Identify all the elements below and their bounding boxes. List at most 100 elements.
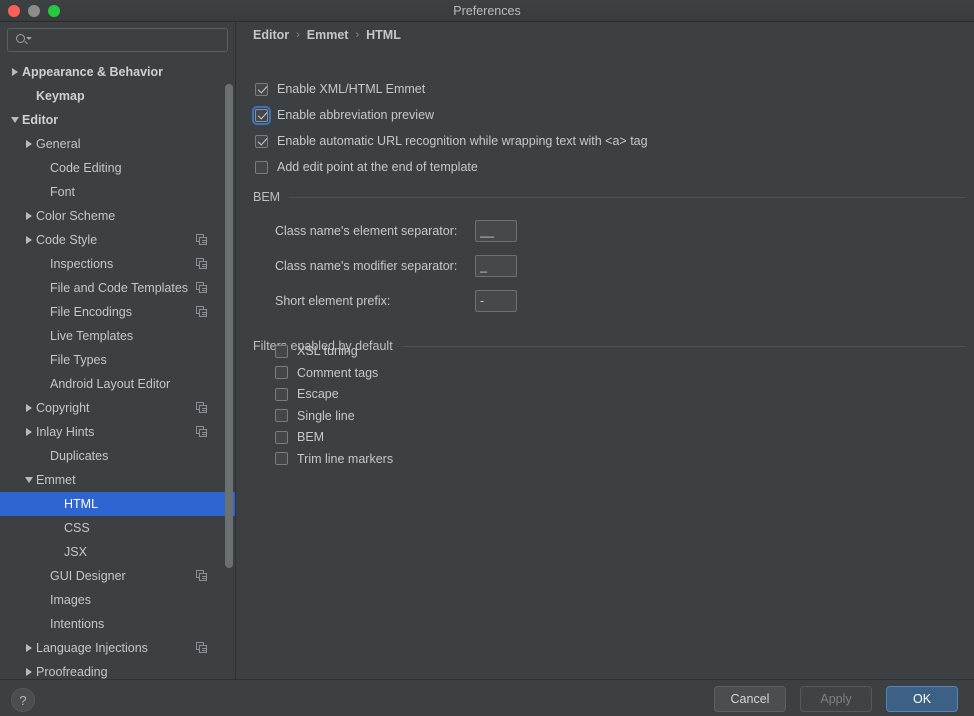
bem-field-label: Class name's element separator: [275, 224, 475, 238]
copy-settings-icon[interactable] [196, 426, 208, 438]
bem-section-title: BEM [253, 190, 280, 204]
checkbox-row[interactable]: Enable automatic URL recognition while w… [255, 134, 648, 148]
filter-checkbox-row[interactable]: Escape [275, 387, 339, 401]
chevron-right-icon[interactable] [22, 644, 36, 652]
sidebar-item-android-layout-editor[interactable]: Android Layout Editor [0, 372, 236, 396]
copy-settings-icon[interactable] [196, 282, 208, 294]
sidebar-item-inspections[interactable]: Inspections [0, 252, 236, 276]
zoom-button[interactable] [48, 5, 60, 17]
chevron-right-icon[interactable] [22, 404, 36, 412]
sidebar-item-html[interactable]: HTML [0, 492, 236, 516]
chevron-right-icon[interactable] [22, 428, 36, 436]
sidebar-item-images[interactable]: Images [0, 588, 236, 612]
sidebar-item-label: File Types [50, 353, 236, 367]
checkbox-row[interactable]: Add edit point at the end of template [255, 160, 478, 174]
bem-field-input[interactable] [475, 255, 517, 277]
breadcrumb-separator-icon: › [296, 29, 300, 41]
checkbox-icon[interactable] [255, 135, 268, 148]
sidebar-item-label: General [36, 137, 236, 151]
sidebar-item-gui-designer[interactable]: GUI Designer [0, 564, 236, 588]
checkbox-icon[interactable] [275, 452, 288, 465]
bem-field-input[interactable] [475, 290, 517, 312]
checkbox-row[interactable]: Enable XML/HTML Emmet [255, 82, 425, 96]
breadcrumb-item-editor[interactable]: Editor [253, 28, 289, 42]
filter-checkbox-label: Trim line markers [297, 452, 393, 466]
minimize-button[interactable] [28, 5, 40, 17]
preferences-window: Preferences Appearance & BehaviorKeymapE… [0, 0, 974, 716]
close-button[interactable] [8, 5, 20, 17]
sidebar-item-general[interactable]: General [0, 132, 236, 156]
filter-checkbox-row[interactable]: BEM [275, 430, 324, 444]
sidebar-item-label: File and Code Templates [50, 281, 236, 295]
help-button[interactable]: ? [11, 688, 35, 712]
chevron-right-icon[interactable] [22, 668, 36, 676]
sidebar-item-file-and-code-templates[interactable]: File and Code Templates [0, 276, 236, 300]
chevron-right-icon[interactable] [22, 212, 36, 220]
sidebar-item-code-style[interactable]: Code Style [0, 228, 236, 252]
checkbox-icon[interactable] [255, 83, 268, 96]
apply-button[interactable]: Apply [800, 686, 872, 712]
copy-settings-icon[interactable] [196, 642, 208, 654]
sidebar-item-label: Proofreading [36, 665, 236, 679]
chevron-right-icon[interactable] [22, 236, 36, 244]
sidebar-item-label: HTML [64, 497, 236, 511]
cancel-button[interactable]: Cancel [714, 686, 786, 712]
sidebar-item-duplicates[interactable]: Duplicates [0, 444, 236, 468]
filter-checkbox-row[interactable]: Trim line markers [275, 452, 393, 466]
sidebar-item-emmet[interactable]: Emmet [0, 468, 236, 492]
copy-settings-icon[interactable] [196, 402, 208, 414]
chevron-down-icon[interactable] [22, 477, 36, 483]
sidebar-item-css[interactable]: CSS [0, 516, 236, 540]
checkbox-icon[interactable] [275, 409, 288, 422]
copy-settings-icon[interactable] [196, 306, 208, 318]
checkbox-row[interactable]: Enable abbreviation preview [255, 108, 434, 122]
sidebar-item-code-editing[interactable]: Code Editing [0, 156, 236, 180]
sidebar-scrollbar[interactable] [225, 84, 233, 568]
copy-settings-icon[interactable] [196, 234, 208, 246]
sidebar-item-intentions[interactable]: Intentions [0, 612, 236, 636]
ok-button[interactable]: OK [886, 686, 958, 712]
filter-checkbox-row[interactable]: Comment tags [275, 366, 378, 380]
sidebar-item-live-templates[interactable]: Live Templates [0, 324, 236, 348]
sidebar-item-inlay-hints[interactable]: Inlay Hints [0, 420, 236, 444]
sidebar-item-label: Editor [22, 113, 236, 127]
copy-settings-icon[interactable] [196, 258, 208, 270]
bem-field-row: Short element prefix: [275, 290, 517, 312]
filter-checkbox-row[interactable]: XSL tuning [275, 344, 358, 358]
breadcrumb-item-emmet[interactable]: Emmet [307, 28, 349, 42]
checkbox-icon[interactable] [255, 109, 268, 122]
sidebar-item-jsx[interactable]: JSX [0, 540, 236, 564]
section-divider [289, 197, 965, 198]
search-box[interactable] [7, 28, 228, 52]
bem-field-label: Class name's modifier separator: [275, 259, 475, 273]
chevron-right-icon[interactable] [8, 68, 22, 76]
sidebar-item-file-encodings[interactable]: File Encodings [0, 300, 236, 324]
checkbox-icon[interactable] [275, 345, 288, 358]
sidebar-item-label: Color Scheme [36, 209, 236, 223]
sidebar-item-label: JSX [64, 545, 236, 559]
sidebar-item-color-scheme[interactable]: Color Scheme [0, 204, 236, 228]
sidebar-item-appearance-behavior[interactable]: Appearance & Behavior [0, 60, 236, 84]
checkbox-icon[interactable] [275, 431, 288, 444]
sidebar-item-copyright[interactable]: Copyright [0, 396, 236, 420]
sidebar-item-file-types[interactable]: File Types [0, 348, 236, 372]
checkbox-icon[interactable] [255, 161, 268, 174]
checkbox-icon[interactable] [275, 366, 288, 379]
filter-checkbox-row[interactable]: Single line [275, 409, 355, 423]
sidebar-item-proofreading[interactable]: Proofreading [0, 660, 236, 679]
sidebar-item-font[interactable]: Font [0, 180, 236, 204]
sidebar-item-keymap[interactable]: Keymap [0, 84, 236, 108]
chevron-down-icon[interactable] [8, 117, 22, 123]
checkbox-label: Add edit point at the end of template [277, 160, 478, 174]
search-input[interactable] [31, 32, 227, 48]
sidebar-item-editor[interactable]: Editor [0, 108, 236, 132]
bem-field-input[interactable] [475, 220, 517, 242]
sidebar-item-label: File Encodings [50, 305, 236, 319]
settings-tree[interactable]: Appearance & BehaviorKeymap Editor General… [0, 60, 236, 679]
chevron-right-icon[interactable] [22, 140, 36, 148]
bem-field-row: Class name's modifier separator: [275, 255, 517, 277]
checkbox-icon[interactable] [275, 388, 288, 401]
bem-field-row: Class name's element separator: [275, 220, 517, 242]
copy-settings-icon[interactable] [196, 570, 208, 582]
sidebar-item-language-injections[interactable]: Language Injections [0, 636, 236, 660]
